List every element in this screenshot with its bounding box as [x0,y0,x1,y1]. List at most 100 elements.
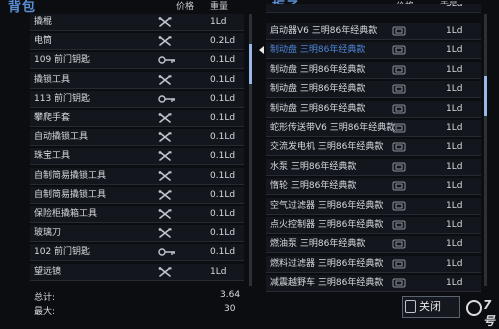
backpack-item-name: 珠宝工具 [34,151,71,162]
cabinet-item-name: 水泵 三明86年经典款 [270,161,357,172]
cabinet-item-name: 制动盘 三明86年经典款 [270,103,366,114]
cabinet-item-row[interactable]: 减震越野车 三明86年经典款 1Ld [266,275,481,293]
cabinet-item-name: 惰轮 三明86年经典款 [270,181,357,192]
cabinet-panel: 柜子 价格 重量 3Ld启动器V6 三明86年经典款1Ld制动盘 三明86年经典… [259,0,499,318]
backpack-item-name: 113 前门钥匙 [34,93,91,104]
cabinet-item-row[interactable]: 燃油泵 三明86年经典款 1Ld [266,236,481,254]
tools-icon [158,74,172,85]
tools-icon [158,17,172,27]
backpack-item-weight: 0.1Ld [210,132,236,143]
cabinet-item-row[interactable]: 启动器V6 三明86年经典款 1Ld [266,23,481,40]
cabinet-item-row[interactable]: 制动盘 三明86年经典款 1Ld [259,42,481,60]
backpack-item-row[interactable]: 保险柜撬箱工具 0.1Ld [30,206,244,223]
backpack-panel: 背包 价格 重量 撬棍 1Ld 电筒 0.2Ld 109 前门钥匙 0.1Ld 撬锁工具 0.… [0,0,262,318]
chip-icon [392,142,406,152]
key-icon [158,55,175,65]
cabinet-scrollbar-thumb[interactable] [484,76,487,116]
backpack-item-name: 保险柜撬箱工具 [34,209,98,219]
value-column-header[interactable]: 价格 [176,0,194,12]
cabinet-item-row[interactable]: 交流发电机 三明86年经典款 1Ld [266,139,481,157]
cabinet-item-row[interactable]: 3Ld [266,4,481,13]
cabinet-item-name: 启动器V6 三明86年经典款 [270,26,378,36]
watermark-logo: 7号 [466,296,499,328]
cabinet-item-name: 燃油泵 三明86年经典款 [270,239,366,250]
max-value: 30 [224,304,236,314]
backpack-item-weight: 0.1Ld [210,113,236,123]
cabinet-item-row[interactable]: 空气过滤器 三明86年经典款 1Ld [266,197,481,215]
cabinet-item-row[interactable]: 点火控制器 三明86年经典款 1Ld [266,217,481,234]
backpack-item-row[interactable]: 自动撬锁工具 0.1Ld [30,129,244,147]
backpack-item-row[interactable]: 102 前门钥匙 0.1Ld [30,244,244,262]
backpack-item-weight: 1Ld [210,266,227,277]
key-icon [158,94,175,104]
watermark-text: 7号 [483,298,496,328]
cabinet-item-name: 燃料过滤器 三明86年经典款 [270,258,384,269]
backpack-item-row[interactable]: 自制简易撬锁工具 0.1Ld [30,186,244,204]
backpack-scrollbar-thumb[interactable] [249,44,252,84]
selection-arrow-icon [259,46,264,55]
chip-icon [392,220,406,230]
cabinet-item-name: 制动盘 三明86年经典款 [270,84,366,95]
backpack-item-weight: 0.1Ld [210,170,236,181]
cabinet-item-name: 蛇形传送带V6 三明86年经典款 [270,123,396,133]
cabinet-item-weight: 1Ld [446,200,463,211]
cabinet-scrollbar[interactable] [484,14,487,286]
backpack-item-row[interactable]: 珠宝工具 0.1Ld [30,148,244,166]
tools-icon [158,132,172,142]
cabinet-item-weight: 1Ld [446,142,463,153]
chip-icon [392,65,406,75]
backpack-item-name: 自动撬锁工具 [34,132,89,143]
backpack-scrollbar[interactable] [249,14,252,286]
cabinet-item-weight: 1Ld [446,64,463,75]
cabinet-item-name: 减震越野车 三明86年经典款 [270,278,384,289]
backpack-item-row[interactable]: 攀爬手套 0.1Ld [30,110,244,127]
cabinet-item-row[interactable]: 制动盘 三明86年经典款 1Ld [266,61,481,79]
backpack-item-row[interactable]: 玻璃刀 0.1Ld [30,225,244,243]
chip-icon [392,278,406,288]
backpack-item-row[interactable]: 109 前门钥匙 0.1Ld [30,52,244,70]
tools-icon [158,266,172,277]
cabinet-item-name: 制动盘 三明86年经典款 [270,64,366,75]
cabinet-item-weight: 1Ld [446,278,463,289]
cabinet-item-weight: 1Ld [446,161,463,172]
weight-column-header[interactable]: 重量 [210,0,228,12]
backpack-item-row[interactable]: 自制简易撬锁工具 0.1Ld [30,167,244,185]
tools-icon [158,170,172,181]
backpack-item-weight: 0.1Ld [210,93,236,104]
cabinet-item-weight: 1Ld [446,123,463,133]
backpack-item-row[interactable]: 电筒 0.2Ld [30,33,244,51]
backpack-item-weight: 0.1Ld [210,189,236,200]
cabinet-item-weight: 1Ld [446,26,463,36]
backpack-item-row[interactable]: 113 前门钥匙 0.1Ld [30,90,244,108]
cabinet-item-name: 制动盘 三明86年经典款 [270,45,366,56]
backpack-item-name: 自制简易撬锁工具 [34,189,107,200]
tools-icon [158,113,172,123]
cabinet-item-row[interactable]: 制动盘 三明86年经典款 1Ld [266,81,481,99]
total-value: 3.64 [220,290,241,300]
backpack-item-weight: 0.1Ld [210,209,236,219]
cabinet-item-row[interactable]: 蛇形传送带V6 三明86年经典款 1Ld [266,120,481,137]
backpack-item-row[interactable]: 撬锁工具 0.1Ld [30,71,244,89]
backpack-item-row[interactable]: 望远镜 1Ld [30,263,244,281]
tools-icon [158,189,172,200]
tools-icon [158,36,172,46]
cabinet-item-name: 交流发电机 三明86年经典款 [270,142,384,153]
chip-icon [392,104,406,114]
chip-icon [392,239,406,249]
backpack-item-weight: 0.1Ld [210,151,236,162]
chip-icon [392,162,406,172]
backpack-item-weight: 1Ld [210,17,227,27]
cabinet-item-row[interactable]: 惰轮 三明86年经典款 1Ld [266,178,481,196]
cabinet-item-row[interactable]: 燃料过滤器 三明86年经典款 1Ld [266,255,481,273]
chip-icon [392,26,406,36]
backpack-item-row[interactable]: 撬棍 1Ld [30,14,244,31]
cabinet-item-weight: 3Ld [446,4,463,9]
chip-icon [392,201,406,211]
cabinet-item-row[interactable]: 水泵 三明86年经典款 1Ld [266,158,481,176]
backpack-item-name: 电筒 [34,36,53,47]
cabinet-item-row[interactable]: 制动盘 三明86年经典款 1Ld [266,100,481,118]
close-button[interactable]: 关闭 [402,296,460,318]
cabinet-item-weight: 1Ld [446,181,463,192]
cabinet-item-name: 空气过滤器 三明86年经典款 [270,200,384,211]
backpack-item-name: 攀爬手套 [34,113,71,123]
